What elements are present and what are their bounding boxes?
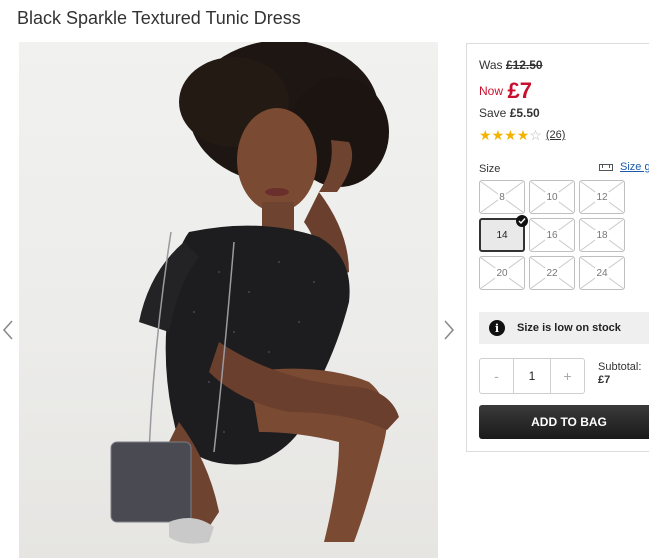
- subtotal-value: £7: [598, 374, 611, 386]
- size-guide-label: Size g: [620, 161, 649, 173]
- chevron-left-icon[interactable]: [1, 318, 17, 342]
- size-option-label: 18: [595, 229, 609, 241]
- size-option-12[interactable]: 12: [579, 180, 625, 214]
- add-to-bag-button[interactable]: ADD TO BAG: [479, 405, 649, 439]
- size-option-label: 16: [545, 229, 559, 241]
- size-option-10[interactable]: 10: [529, 180, 575, 214]
- save-row: Save £5.50: [479, 106, 540, 120]
- now-price: £7: [507, 78, 532, 103]
- product-title: Black Sparkle Textured Tunic Dress: [17, 8, 301, 28]
- size-option-label: 14: [496, 229, 508, 241]
- star-icon: ★: [491, 127, 505, 143]
- purchase-panel: Was £12.50 Now £7 Save £5.50 ★ ★ ★ ★ ☆ (…: [466, 43, 649, 452]
- size-guide-link[interactable]: Size g: [599, 161, 649, 173]
- rating: ★ ★ ★ ★ ☆ (26): [479, 128, 565, 142]
- quantity-input[interactable]: 1: [513, 359, 551, 393]
- review-count-link[interactable]: (26): [546, 129, 566, 141]
- size-option-22[interactable]: 22: [529, 256, 575, 290]
- size-option-label: 24: [595, 267, 609, 279]
- size-option-18[interactable]: 18: [579, 218, 625, 252]
- subtotal-label: Subtotal:: [598, 361, 642, 373]
- check-icon: [516, 215, 528, 227]
- size-options: 8 10 12 14 16 18 20 22 24: [479, 180, 649, 290]
- was-label: Was: [479, 58, 503, 72]
- quantity-decrease-button[interactable]: -: [480, 359, 513, 393]
- star-empty-icon: ☆: [529, 127, 542, 143]
- quantity-stepper: - 1 +: [479, 358, 585, 394]
- quantity-increase-button[interactable]: +: [551, 359, 584, 393]
- info-icon: i: [489, 320, 505, 336]
- subtotal: Subtotal: £7: [598, 361, 641, 387]
- now-price-row: Now £7: [479, 78, 532, 104]
- product-image[interactable]: [19, 42, 438, 558]
- size-option-label: 12: [595, 191, 609, 203]
- product-gallery: [0, 42, 460, 558]
- size-option-16[interactable]: 16: [529, 218, 575, 252]
- size-option-24[interactable]: 24: [579, 256, 625, 290]
- star-icon: ★: [479, 127, 492, 143]
- star-icon: ★: [504, 127, 517, 143]
- size-option-label: 8: [498, 191, 506, 203]
- size-option-8[interactable]: 8: [479, 180, 525, 214]
- size-option-label: 10: [545, 191, 559, 203]
- now-label: Now: [479, 84, 504, 98]
- stock-notice: i Size is low on stock: [479, 312, 649, 344]
- chevron-right-icon[interactable]: [440, 318, 456, 342]
- size-option-20[interactable]: 20: [479, 256, 525, 290]
- size-option-label: 22: [545, 267, 559, 279]
- save-label: Save: [479, 106, 507, 120]
- size-option-14-selected[interactable]: 14: [479, 215, 528, 252]
- was-price: £12.50: [505, 58, 543, 72]
- stock-message: Size is low on stock: [517, 322, 621, 334]
- save-amount: £5.50: [509, 106, 540, 120]
- was-price-row: Was £12.50: [479, 58, 543, 72]
- size-option-label: 20: [495, 267, 509, 279]
- size-label: Size: [479, 163, 501, 175]
- star-icon: ★: [516, 127, 530, 143]
- ruler-icon: [599, 163, 613, 171]
